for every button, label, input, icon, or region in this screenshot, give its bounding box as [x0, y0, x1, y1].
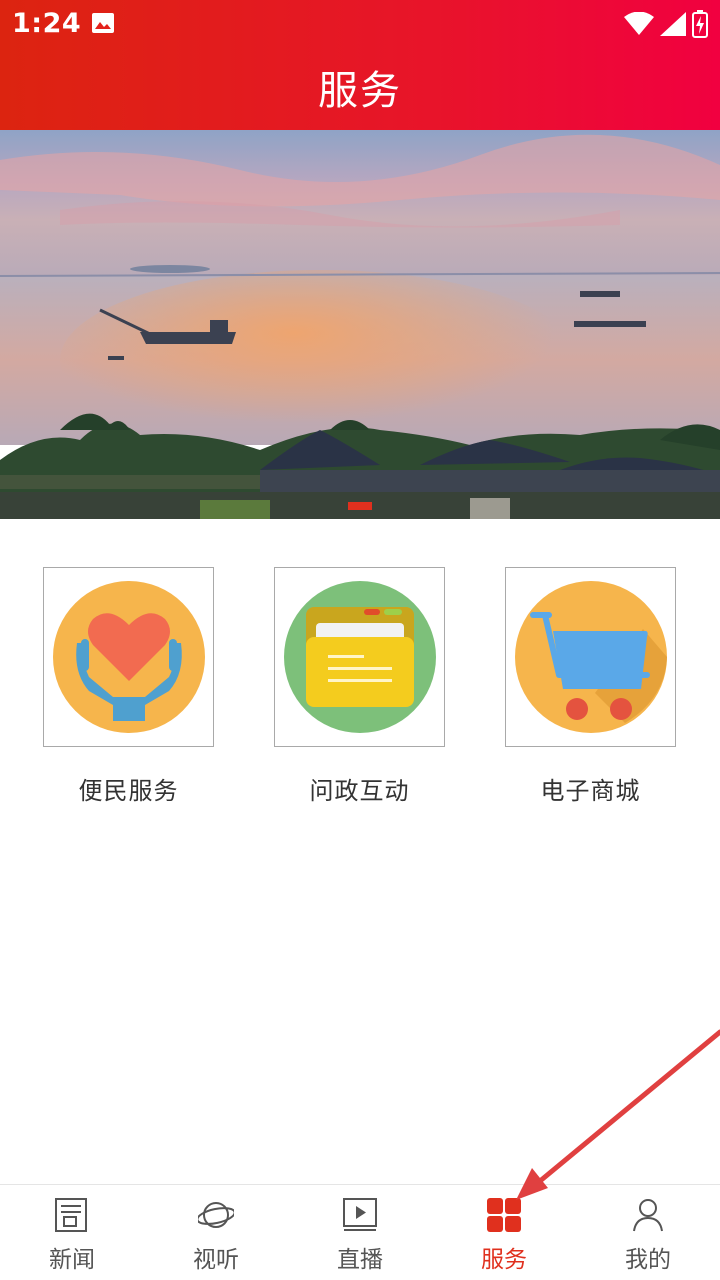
tab-audio-video[interactable]: 视听	[144, 1185, 288, 1280]
shopping-cart-icon	[514, 581, 667, 733]
carousel-indicator[interactable]	[348, 502, 372, 510]
play-icon	[343, 1198, 377, 1231]
bottom-tab-bar: 新闻 视听 直播 服务 我的	[0, 1184, 720, 1280]
tab-label: 视听	[193, 1247, 239, 1273]
status-time: 1:24	[12, 8, 82, 39]
service-grid: 便民服务 问政互动 电子商城	[0, 567, 720, 807]
wifi-icon	[624, 12, 654, 35]
tab-news[interactable]: 新闻	[0, 1185, 144, 1280]
service-label: 电子商城	[540, 777, 641, 805]
news-icon	[55, 1198, 87, 1232]
battery-charging-icon	[692, 10, 708, 38]
banner-lake-sunset-image	[0, 130, 720, 519]
service-icon-frame[interactable]	[274, 567, 445, 747]
image-icon	[92, 13, 114, 33]
tab-label: 新闻	[49, 1247, 95, 1273]
tab-mine[interactable]: 我的	[576, 1185, 720, 1280]
header-bar: 1:24 服务	[0, 0, 720, 130]
banner-carousel[interactable]	[0, 130, 720, 519]
tab-services[interactable]: 服务	[432, 1185, 576, 1280]
grid-icon	[487, 1198, 521, 1232]
heart-hands-icon	[52, 581, 205, 733]
service-icon-frame[interactable]	[505, 567, 676, 747]
service-icon-frame[interactable]	[43, 567, 214, 747]
tab-label: 直播	[337, 1247, 383, 1273]
signal-icon	[660, 12, 686, 36]
tab-label: 我的	[625, 1247, 671, 1273]
page-title: 服务	[318, 68, 402, 114]
folder-icon	[283, 581, 436, 733]
service-label: 问政互动	[309, 777, 410, 805]
user-icon	[633, 1199, 663, 1232]
service-item-politics[interactable]: 问政互动	[274, 567, 445, 806]
planet-icon	[198, 1202, 234, 1228]
service-item-convenience[interactable]: 便民服务	[43, 567, 214, 806]
service-item-mall[interactable]: 电子商城	[505, 567, 676, 806]
status-icons	[624, 10, 708, 38]
service-label: 便民服务	[78, 777, 179, 805]
service-screen: 1:24 服务 便民服务 问政互动 电子商城 新闻 视听 直播 服务 我的	[0, 0, 720, 1280]
tab-live[interactable]: 直播	[288, 1185, 432, 1280]
tab-label: 服务	[481, 1247, 527, 1273]
